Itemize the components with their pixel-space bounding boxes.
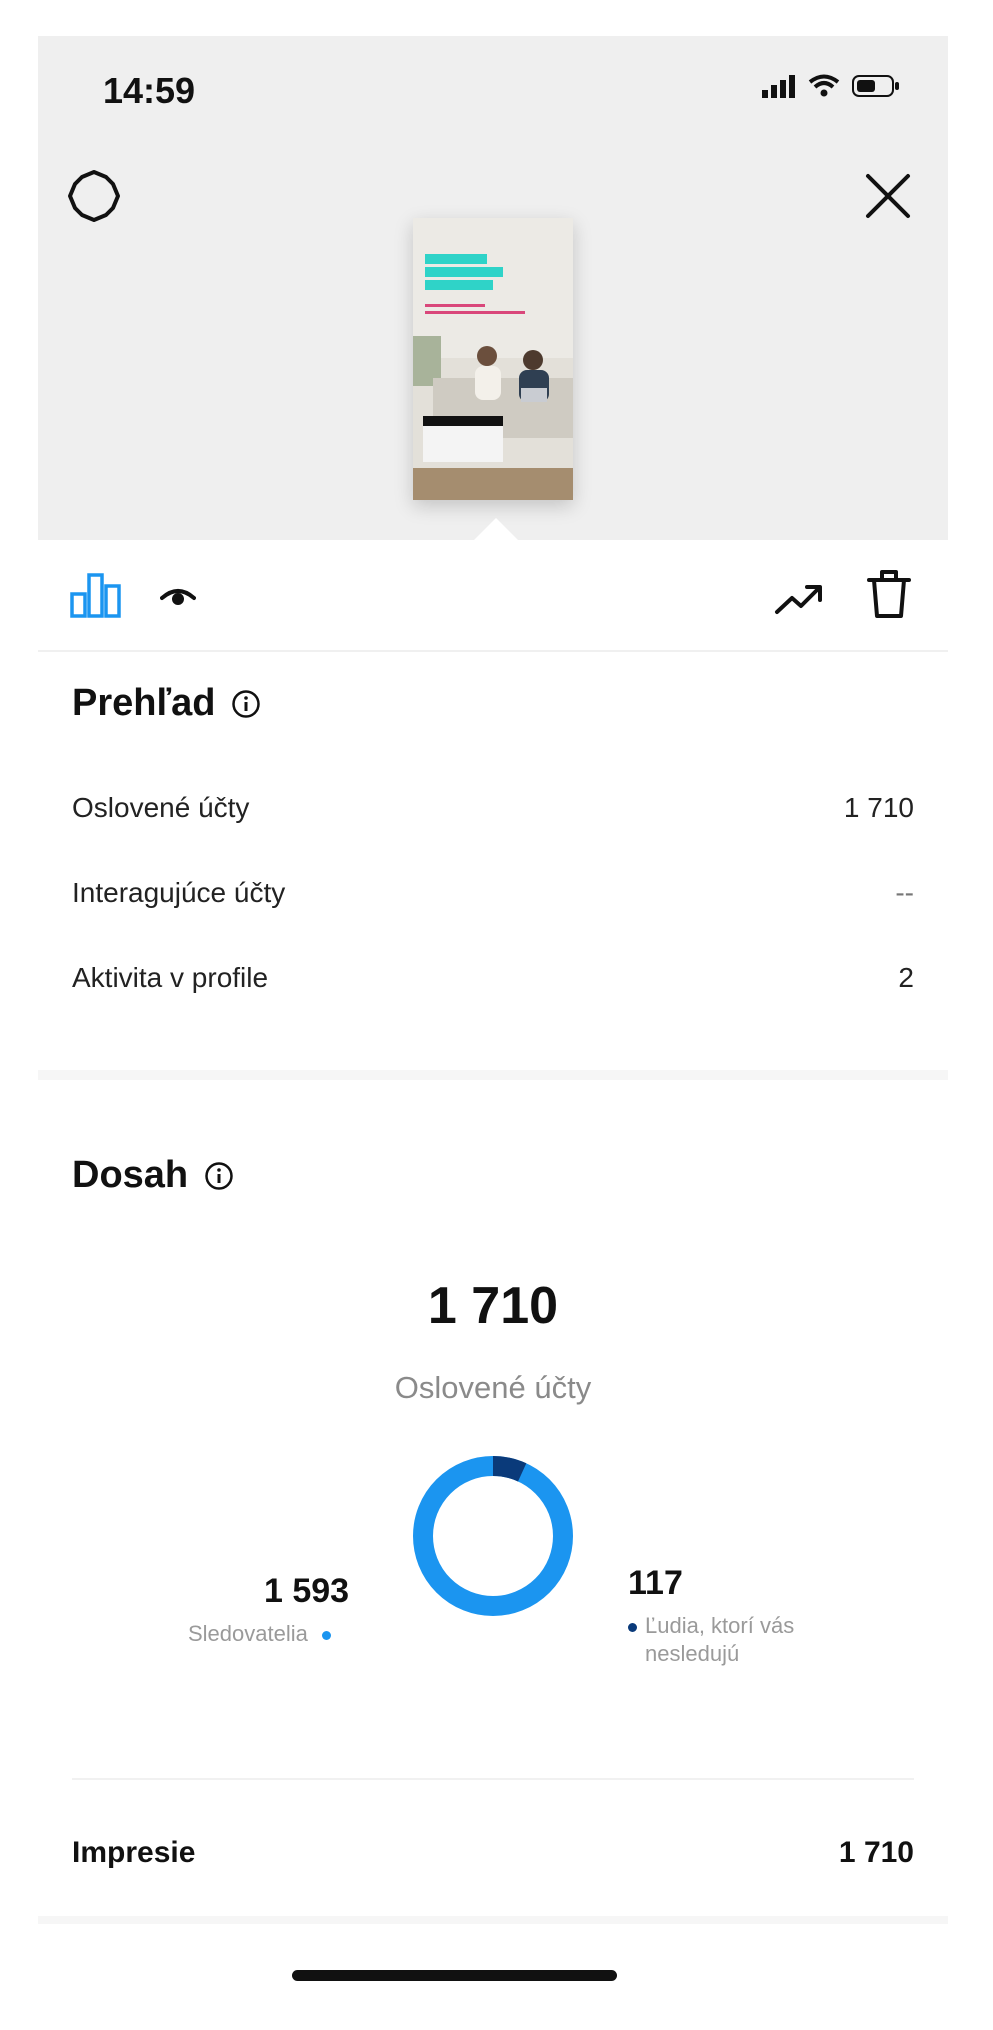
section-divider (38, 1916, 948, 1924)
cellular-signal-icon (762, 75, 795, 98)
reach-total: 1 710 (427, 1277, 559, 1335)
preview-pointer (474, 518, 518, 540)
reach-title: Dosah (72, 1154, 189, 1196)
overview-row-interacting[interactable]: Interagujúce účty -- (72, 877, 914, 909)
overview-title: Prehľad (72, 682, 216, 724)
story-thumbnail[interactable] (413, 218, 573, 500)
reach-caption: Oslovené účty (394, 1370, 592, 1405)
impressions-value: 1 710 (838, 1836, 914, 1869)
trash-icon[interactable] (866, 568, 912, 620)
overview-row-reached[interactable]: Oslovené účty 1 710 (72, 792, 914, 824)
row-label: Aktivita v profile (72, 962, 269, 993)
reach-donut-chart (413, 1456, 573, 1616)
status-icons (762, 74, 900, 98)
trending-up-icon[interactable] (774, 582, 824, 616)
non-followers-label-line1: Ľudia, ktorí vás (645, 1613, 795, 1638)
reach-heading: Dosah (72, 1154, 234, 1197)
row-value: 1 710 (843, 792, 914, 823)
story-thumbnail-image (413, 218, 573, 500)
eye-icon[interactable] (160, 584, 196, 608)
story-toolbar (38, 540, 948, 652)
followers-count: 1 593 (264, 1572, 350, 1610)
non-followers-label-line2: nesledujú (645, 1641, 740, 1666)
row-label: Interagujúce účty (72, 877, 286, 908)
non-followers-count: 117 (628, 1564, 683, 1602)
wifi-icon (808, 74, 840, 97)
overview-row-profile-activity[interactable]: Aktivita v profile 2 (72, 962, 914, 994)
info-icon[interactable] (231, 689, 261, 719)
followers-dot (322, 1630, 331, 1640)
story-preview-area: 14:59 (38, 36, 948, 540)
followers-label: Sledovatelia (188, 1621, 308, 1646)
row-label: Oslovené účty (72, 792, 250, 823)
info-icon[interactable] (204, 1161, 234, 1191)
row-value: -- (895, 877, 914, 908)
status-time: 14:59 (103, 70, 196, 111)
row-divider (72, 1778, 914, 1780)
close-icon[interactable] (858, 166, 918, 226)
non-followers-dot (628, 1622, 637, 1632)
overview-heading: Prehľad (72, 682, 261, 725)
phone-screen: 14:59 Prehľad Oslovené účty 1 710 Intera… (38, 36, 948, 2030)
impressions-label: Impresie (72, 1836, 196, 1869)
home-indicator (292, 1970, 617, 1981)
section-divider (38, 1070, 948, 1080)
impressions-row[interactable]: Impresie 1 710 (72, 1836, 914, 1870)
settings-icon[interactable] (66, 168, 122, 224)
row-value: 2 (898, 962, 914, 993)
donut-segment-followers (413, 1456, 573, 1616)
bar-chart-icon[interactable] (70, 572, 122, 618)
followers-legend: Sledovatelia (188, 1620, 331, 1648)
battery-icon (852, 75, 899, 97)
non-followers-legend: Ľudia, ktorí vás nesledujú (628, 1612, 794, 1668)
